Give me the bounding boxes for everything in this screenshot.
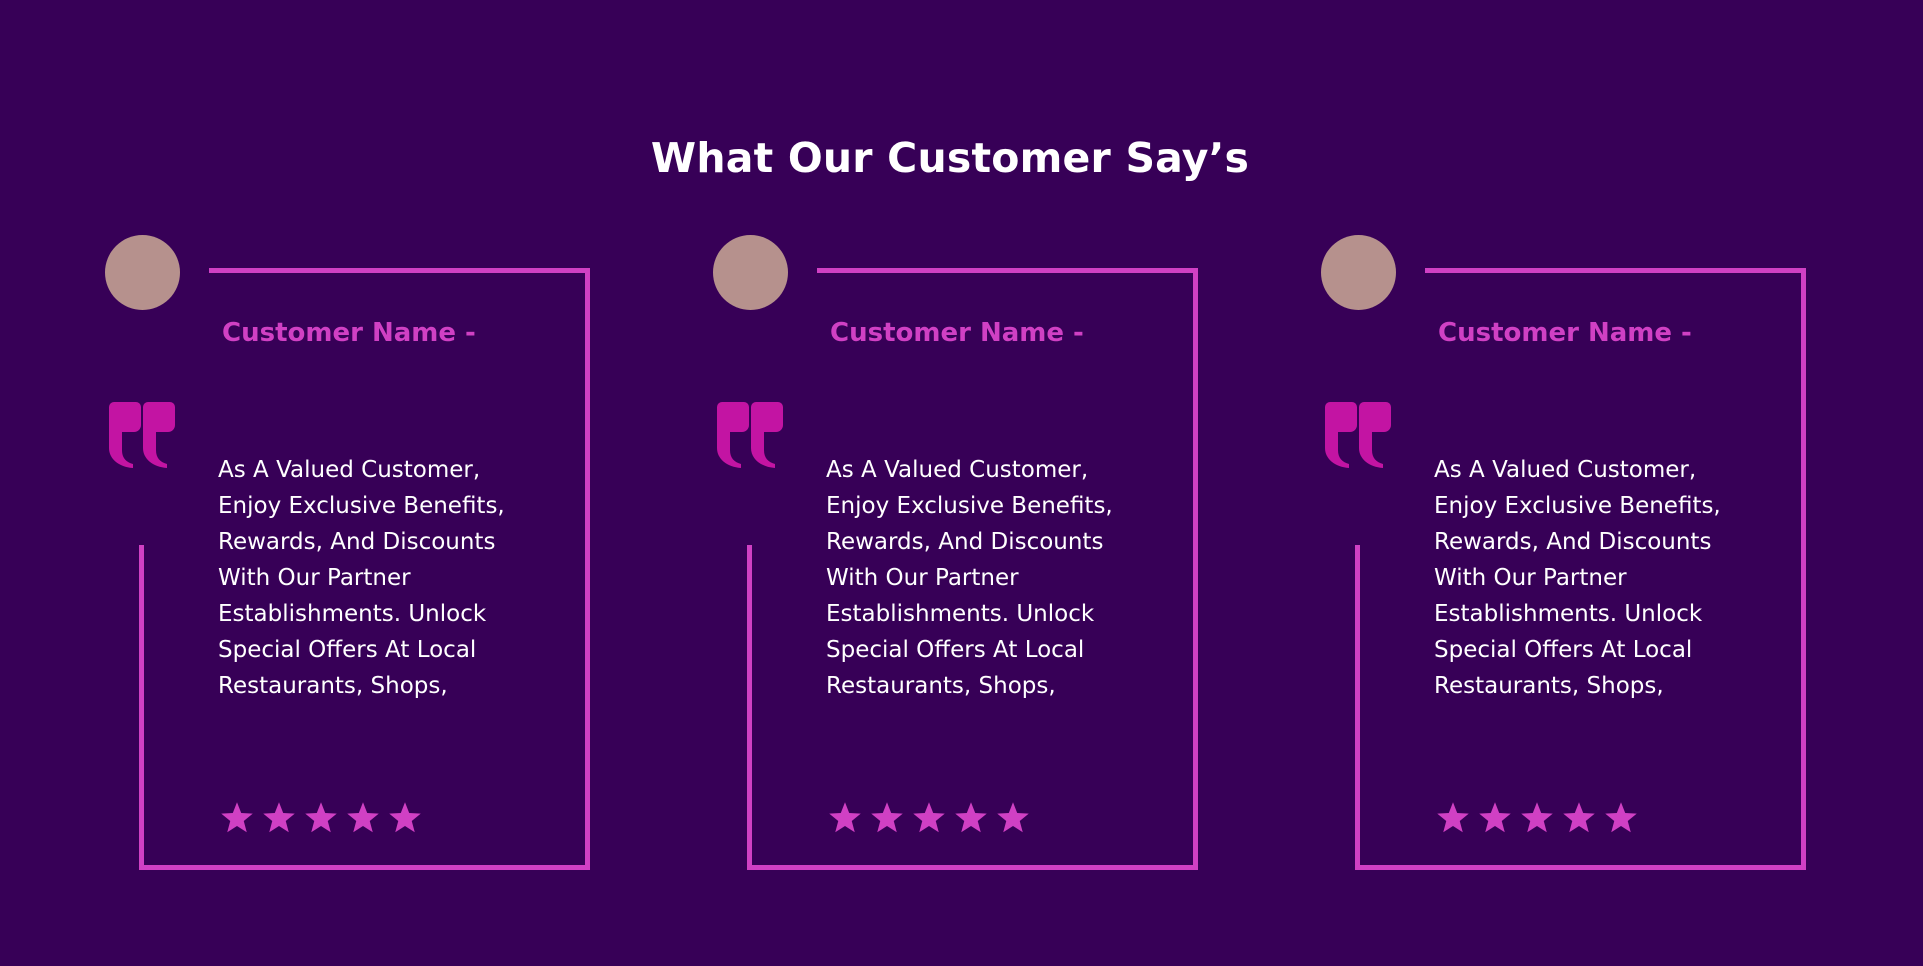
- testimonial-card: Customer Name - As A Valued Customer, En…: [713, 230, 1233, 870]
- customer-name: Customer Name -: [830, 318, 1084, 348]
- card-frame-right: [1801, 268, 1806, 870]
- star-rating: [827, 800, 1031, 836]
- card-frame-left: [1355, 545, 1360, 870]
- star-icon: [955, 802, 987, 833]
- card-frame-right: [585, 268, 590, 870]
- card-frame-right: [1193, 268, 1198, 870]
- customer-name: Customer Name -: [1438, 318, 1692, 348]
- card-frame-bottom: [1355, 865, 1806, 870]
- card-frame-top: [1425, 268, 1802, 273]
- card-frame-left: [747, 545, 752, 870]
- card-frame-top: [209, 268, 586, 273]
- star-icon: [1605, 802, 1637, 833]
- quote-icon: [109, 402, 175, 468]
- star-icon: [1563, 802, 1595, 833]
- star-icon: [1479, 802, 1511, 833]
- star-rating: [219, 800, 423, 836]
- avatar: [1321, 235, 1396, 310]
- review-text: As A Valued Customer, Enjoy Exclusive Be…: [826, 457, 1113, 699]
- star-icon: [1521, 802, 1553, 833]
- card-frame-left: [139, 545, 144, 870]
- star-icon: [1437, 802, 1469, 833]
- star-icon: [221, 802, 253, 833]
- star-icon: [305, 802, 337, 833]
- star-icon: [871, 802, 903, 833]
- star-icon: [829, 802, 861, 833]
- avatar: [713, 235, 788, 310]
- star-icon: [263, 802, 295, 833]
- star-icon: [997, 802, 1029, 833]
- review-text: As A Valued Customer, Enjoy Exclusive Be…: [1434, 457, 1721, 699]
- quote-icon: [1325, 402, 1391, 468]
- card-frame-top: [817, 268, 1194, 273]
- star-icon: [913, 802, 945, 833]
- star-icon: [347, 802, 379, 833]
- star-rating: [1435, 800, 1639, 836]
- review-text: As A Valued Customer, Enjoy Exclusive Be…: [218, 457, 505, 699]
- customer-name: Customer Name -: [222, 318, 476, 348]
- star-icon: [389, 802, 421, 833]
- section-title: What Our Customer Say’s: [650, 134, 1250, 183]
- testimonial-card: Customer Name - As A Valued Customer, En…: [105, 230, 625, 870]
- card-frame-bottom: [747, 865, 1198, 870]
- card-frame-bottom: [139, 865, 590, 870]
- testimonial-card: Customer Name - As A Valued Customer, En…: [1321, 230, 1841, 870]
- avatar: [105, 235, 180, 310]
- quote-icon: [717, 402, 783, 468]
